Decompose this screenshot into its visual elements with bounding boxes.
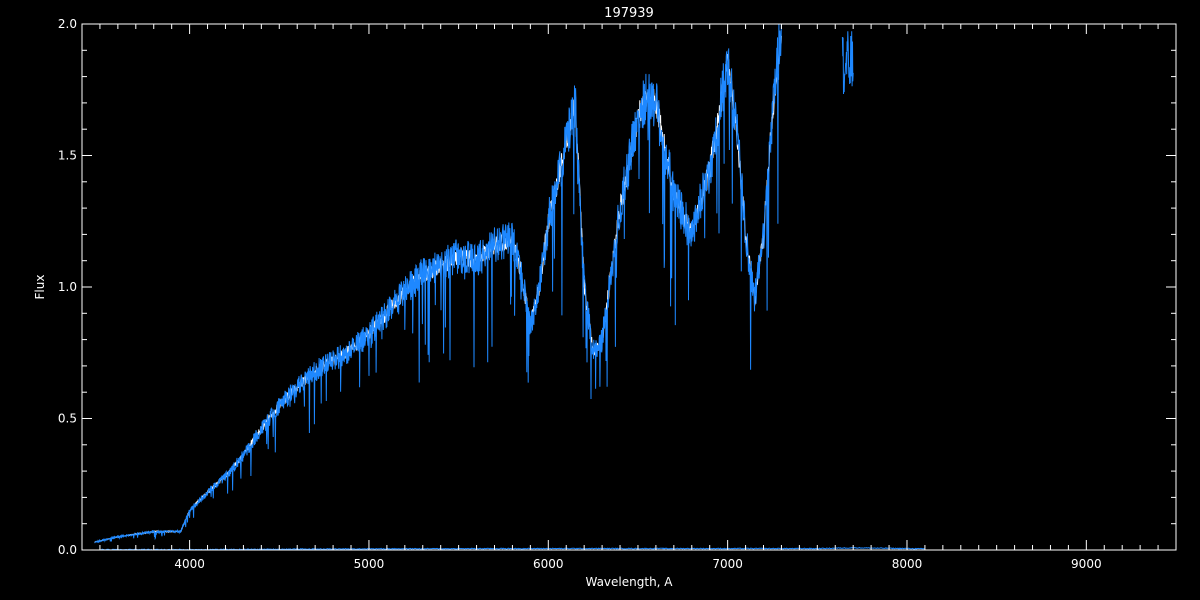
chart-background xyxy=(0,0,1200,600)
y-tick-label: 0.0 xyxy=(58,543,77,557)
x-tick-label: 5000 xyxy=(354,557,385,571)
spectrum-chart: 4000 5000 6000 7000 8000 90000.00.51.01.52.0 … xyxy=(0,0,1200,600)
y-tick-label: 1.0 xyxy=(58,280,77,294)
chart-title: 197939 xyxy=(604,6,654,21)
y-tick-label: 1.5 xyxy=(58,149,77,163)
x-tick-label: 7000 xyxy=(712,557,743,571)
y-tick-label: 0.5 xyxy=(58,412,77,426)
x-axis-title: Wavelength, A xyxy=(585,575,673,589)
y-axis-title: Flux xyxy=(33,275,47,300)
y-tick-label: 2.0 xyxy=(58,17,77,31)
x-tick-label: 9000 xyxy=(1071,557,1102,571)
x-tick-label: 4000 xyxy=(174,557,205,571)
x-tick-label: 8000 xyxy=(892,557,923,571)
x-tick-label: 6000 xyxy=(533,557,564,571)
